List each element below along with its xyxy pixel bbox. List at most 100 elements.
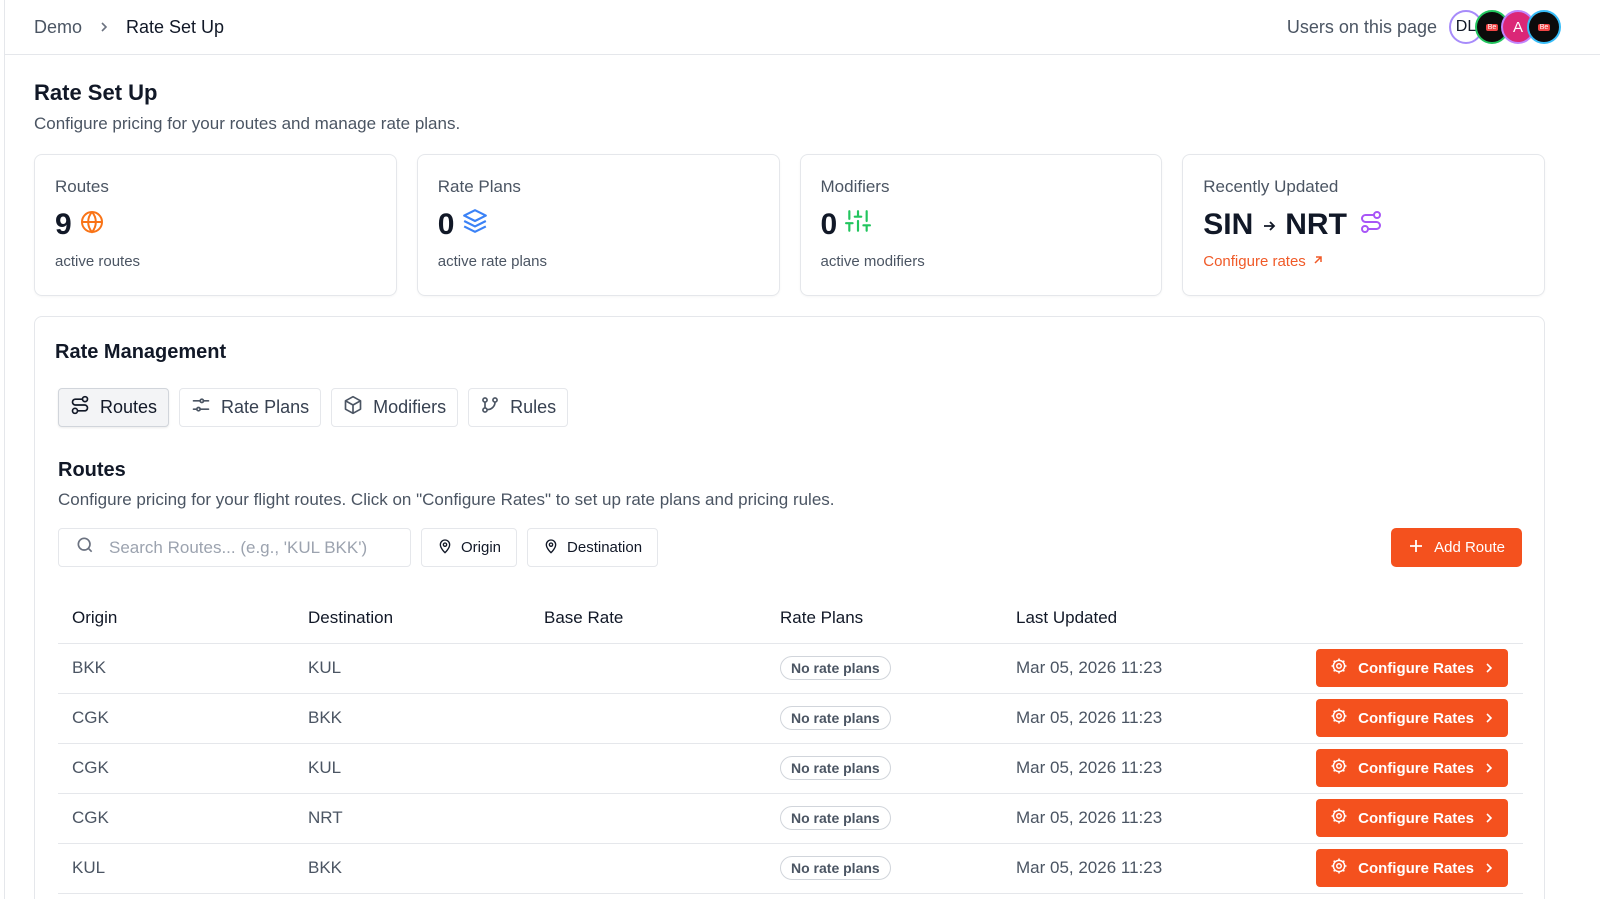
add-route-button[interactable]: Add Route xyxy=(1391,528,1522,567)
status-badge: No rate plans xyxy=(780,656,891,680)
presence-label: Users on this page xyxy=(1286,16,1437,37)
cell-last-updated: Mar 05, 2026 11:23 xyxy=(1002,793,1302,844)
cell-last-updated: Mar 05, 2026 11:23 xyxy=(1002,843,1302,894)
configure-rates-button[interactable]: Configure Rates xyxy=(1316,849,1508,887)
column-header-last-updated[interactable]: Last Updated xyxy=(1002,593,1302,644)
column-header-base-rate[interactable]: Base Rate xyxy=(530,593,766,644)
cell-actions: Configure Rates xyxy=(1302,643,1523,694)
brand-logo-icon: Be xyxy=(1485,23,1499,31)
status-badge: No rate plans xyxy=(780,806,891,830)
configure-rates-button[interactable]: Configure Rates xyxy=(1316,699,1508,737)
stat-card-recently-updated: Recently Updated SIN NRT Configure rates xyxy=(1182,154,1545,296)
route-icon xyxy=(1359,208,1383,242)
gear-icon xyxy=(1330,757,1348,779)
globe-icon xyxy=(80,208,104,242)
stat-card-rate-plans: Rate Plans 0 active rate plans xyxy=(416,154,780,296)
cell-last-updated: Mar 05, 2026 11:23 xyxy=(1002,643,1302,694)
cell-actions: Configure Rates xyxy=(1302,693,1523,744)
column-header-destination[interactable]: Destination xyxy=(294,593,530,644)
avatar[interactable]: Be xyxy=(1527,10,1561,44)
arrow-right-icon xyxy=(1261,208,1277,242)
route-icon xyxy=(70,395,90,420)
configure-rates-button[interactable]: Configure Rates xyxy=(1316,749,1508,787)
chevron-right-icon xyxy=(1484,810,1494,827)
status-badge: No rate plans xyxy=(780,856,891,880)
cell-destination: NRT xyxy=(294,793,530,844)
routes-section-header: Routes Configure pricing for your flight… xyxy=(58,459,835,510)
package-icon xyxy=(343,395,363,420)
stat-card-routes: Routes 9 active routes xyxy=(34,154,397,296)
table-header-row: Origin Destination Base Rate Rate Plans … xyxy=(58,593,1523,644)
stat-sub: active rate plans xyxy=(437,253,547,270)
stat-value: 0 xyxy=(437,208,455,241)
cell-origin: CGK xyxy=(58,743,294,794)
search-input[interactable]: Search Routes... (e.g., 'KUL BKK') xyxy=(58,528,411,567)
arrow-up-right-icon xyxy=(1312,253,1324,270)
column-header-actions xyxy=(1302,593,1523,644)
cell-rate-plans: No rate plans xyxy=(766,643,1002,694)
git-branch-icon xyxy=(480,395,500,420)
cell-last-updated: Mar 05, 2026 11:23 xyxy=(1002,693,1302,744)
section-title: Routes xyxy=(58,459,126,481)
table-row: CGK NRT No rate plans Mar 05, 2026 11:23… xyxy=(58,793,1523,844)
chevron-right-icon xyxy=(1484,760,1494,777)
cell-base-rate xyxy=(530,743,766,794)
plus-icon xyxy=(1408,538,1424,558)
tab-label: Rules xyxy=(510,397,557,417)
configure-rates-link[interactable]: Configure rates xyxy=(1203,253,1524,270)
cell-actions: Configure Rates xyxy=(1302,743,1523,794)
table-row: CGK BKK No rate plans Mar 05, 2026 11:23… xyxy=(58,693,1523,744)
presence: Users on this page DL Be A Be xyxy=(1287,10,1571,44)
gear-icon xyxy=(1330,857,1348,879)
cell-origin: KUL xyxy=(58,843,294,894)
cell-origin: BKK xyxy=(58,643,294,694)
stat-title: Rate Plans xyxy=(437,177,521,196)
chevron-right-icon xyxy=(96,19,112,35)
sliders-horizontal-icon xyxy=(191,395,211,420)
gear-icon xyxy=(1330,707,1348,729)
stat-value: 0 xyxy=(820,208,838,241)
tab-rate-plans[interactable]: Rate Plans xyxy=(179,388,322,427)
cell-destination: BKK xyxy=(294,843,530,894)
tab-routes[interactable]: Routes xyxy=(58,388,170,427)
cell-destination: KUL xyxy=(294,643,530,694)
table-row: BKK KUL No rate plans Mar 05, 2026 11:23… xyxy=(58,643,1523,694)
filter-bar: Search Routes... (e.g., 'KUL BKK') Origi… xyxy=(58,528,659,567)
tab-modifiers[interactable]: Modifiers xyxy=(331,388,459,427)
configure-rates-button[interactable]: Configure Rates xyxy=(1316,799,1508,837)
route-to: NRT xyxy=(1285,208,1347,241)
cell-base-rate xyxy=(530,793,766,844)
tab-label: Routes xyxy=(100,397,158,417)
stat-title: Recently Updated xyxy=(1203,177,1339,196)
brand-logo-icon: Be xyxy=(1537,23,1551,31)
stat-cards: Routes 9 active routes Rate Plans 0 acti… xyxy=(34,154,1545,296)
rate-management-panel: Rate Management Routes Rate Plans Modifi… xyxy=(34,316,1545,899)
origin-filter-button[interactable]: Origin xyxy=(421,528,518,567)
top-bar: Demo Rate Set Up Users on this page DL B… xyxy=(5,0,1600,55)
table-row: CGK KUL No rate plans Mar 05, 2026 11:23… xyxy=(58,743,1523,794)
routes-table: Origin Destination Base Rate Rate Plans … xyxy=(58,593,1523,894)
tab-label: Rate Plans xyxy=(221,397,310,417)
cell-rate-plans: No rate plans xyxy=(766,693,1002,744)
tab-label: Modifiers xyxy=(373,397,447,417)
tab-rules[interactable]: Rules xyxy=(468,388,569,427)
column-header-rate-plans[interactable]: Rate Plans xyxy=(766,593,1002,644)
panel-title: Rate Management xyxy=(55,341,227,363)
page-header: Rate Set Up Configure pricing for your r… xyxy=(34,80,460,134)
column-header-origin[interactable]: Origin xyxy=(58,593,294,644)
route-from: SIN xyxy=(1203,208,1254,241)
breadcrumb: Demo Rate Set Up xyxy=(34,17,224,38)
sliders-icon xyxy=(845,208,872,242)
status-badge: No rate plans xyxy=(780,706,891,730)
tab-bar: Routes Rate Plans Modifiers Rules xyxy=(58,388,569,427)
sidebar-edge xyxy=(4,0,5,899)
cell-origin: CGK xyxy=(58,793,294,844)
stat-sub: active routes xyxy=(55,253,141,270)
stat-card-modifiers: Modifiers 0 active modifiers xyxy=(799,154,1163,296)
cell-actions: Configure Rates xyxy=(1302,843,1523,894)
destination-filter-button[interactable]: Destination xyxy=(527,528,659,567)
gear-icon xyxy=(1330,657,1348,679)
breadcrumb-parent[interactable]: Demo xyxy=(34,17,82,38)
cell-base-rate xyxy=(530,693,766,744)
configure-rates-button[interactable]: Configure Rates xyxy=(1316,649,1508,687)
